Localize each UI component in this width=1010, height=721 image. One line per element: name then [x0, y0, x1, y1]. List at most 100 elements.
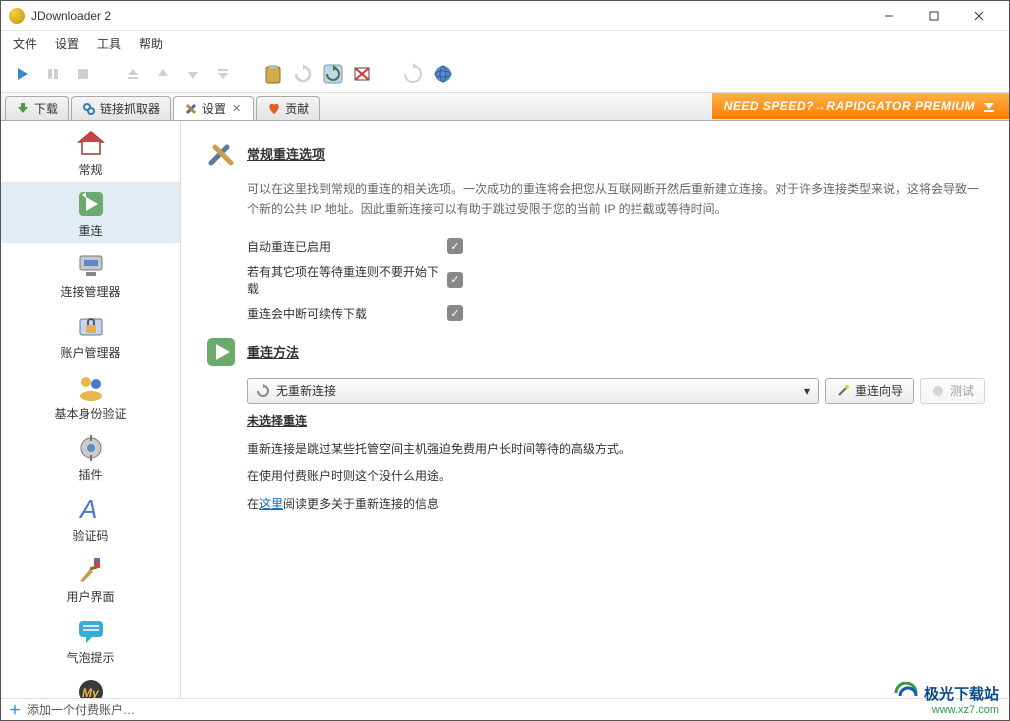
option-interrupt-resumable: 重连会中断可续传下载 ✓: [247, 305, 985, 322]
tab-close-icon[interactable]: ✕: [230, 102, 243, 115]
window-controls: [866, 2, 1001, 30]
move-top-button[interactable]: [119, 60, 147, 88]
globe-button[interactable]: [429, 60, 457, 88]
home-icon: [75, 127, 107, 159]
option-dont-start-downloads: 若有其它项在等待重连则不要开始下载 ✓: [247, 263, 985, 297]
svg-text:A: A: [78, 494, 97, 524]
tab-bar: 下载 链接抓取器 设置 ✕ 贡献 NEED SPEED?→RAPIDGATOR …: [1, 93, 1009, 121]
chevron-down-icon: ▾: [804, 384, 810, 398]
status-bar: ＋ 添加一个付费账户…: [1, 698, 1009, 720]
myjd-icon: My: [75, 676, 107, 698]
settings-sidebar: 常规 重连 连接管理器 账户管理器 基本身份验证 插件 A 验证码 用户界面: [1, 121, 181, 698]
menu-bar: 文件 设置 工具 帮助: [1, 31, 1009, 55]
sidebar-item-captcha[interactable]: A 验证码: [1, 487, 180, 548]
sidebar-item-label: 重连: [78, 222, 102, 239]
sidebar-item-bubble[interactable]: 气泡提示: [1, 609, 180, 670]
sidebar-item-label: 基本身份验证: [54, 405, 126, 422]
section-general-reconnect: 常规重连选项: [205, 137, 985, 169]
users-icon: [75, 371, 107, 403]
sidebar-item-label: 账户管理器: [60, 344, 120, 361]
info-paragraph: 在这里阅读更多关于重新连接的信息: [247, 494, 985, 516]
watermark-logo-icon: [894, 682, 920, 704]
checkbox-auto-reconnect[interactable]: ✓: [447, 238, 463, 254]
sidebar-item-general[interactable]: 常规: [1, 121, 180, 182]
menu-tools[interactable]: 工具: [89, 32, 129, 55]
reconnect-toggle-button[interactable]: [289, 60, 317, 88]
pause-button[interactable]: [39, 60, 67, 88]
more-info-link[interactable]: 这里: [259, 497, 283, 511]
button-label: 测试: [950, 382, 974, 399]
sidebar-item-plugins[interactable]: 插件: [1, 426, 180, 487]
clipboard-monitor-button[interactable]: [349, 60, 377, 88]
clipboard-button[interactable]: [259, 60, 287, 88]
connection-icon: [75, 249, 107, 281]
subsection-title: 未选择重连: [247, 412, 985, 429]
add-account-icon[interactable]: ＋: [9, 701, 21, 718]
reconnect-wizard-button[interactable]: 重连向导: [825, 378, 914, 404]
menu-file[interactable]: 文件: [5, 32, 45, 55]
section-desc: 可以在这里找到常规的重连的相关选项。一次成功的重连将会把您从互联网断开然后重新建…: [247, 179, 985, 220]
move-up-button[interactable]: [149, 60, 177, 88]
option-label: 若有其它项在等待重连则不要开始下载: [247, 263, 447, 297]
move-bottom-button[interactable]: [209, 60, 237, 88]
sidebar-item-basic-auth[interactable]: 基本身份验证: [1, 365, 180, 426]
settings-icon: [184, 102, 198, 116]
move-down-button[interactable]: [179, 60, 207, 88]
test-icon: [931, 384, 945, 398]
captcha-icon: A: [75, 493, 107, 525]
title-bar: JDownloader 2: [1, 1, 1009, 31]
sidebar-item-label: 常规: [78, 161, 102, 178]
close-button[interactable]: [956, 2, 1001, 30]
menu-help[interactable]: 帮助: [131, 32, 171, 55]
download-icon: [16, 102, 30, 116]
checkbox-dont-start[interactable]: ✓: [447, 272, 463, 288]
auto-reconnect-button[interactable]: [319, 60, 347, 88]
reconnect-method-dropdown[interactable]: 无重新连接 ▾: [247, 378, 819, 404]
heart-icon: [267, 102, 281, 116]
toolbar: [1, 55, 1009, 93]
maximize-button[interactable]: [911, 2, 956, 30]
lock-icon: [75, 310, 107, 342]
tab-label: 下载: [34, 100, 58, 117]
sidebar-item-connection-manager[interactable]: 连接管理器: [1, 243, 180, 304]
play-button[interactable]: [9, 60, 37, 88]
test-button[interactable]: 测试: [920, 378, 985, 404]
plugin-icon: [75, 432, 107, 464]
refresh-icon: [256, 384, 270, 398]
main-area: 常规 重连 连接管理器 账户管理器 基本身份验证 插件 A 验证码 用户界面: [1, 121, 1009, 698]
sidebar-item-account-manager[interactable]: 账户管理器: [1, 304, 180, 365]
sidebar-item-label: 气泡提示: [66, 649, 114, 666]
option-label: 重连会中断可续传下载: [247, 305, 447, 322]
stop-button[interactable]: [69, 60, 97, 88]
info-paragraph: 在使用付费账户时则这个没什么用途。: [247, 466, 985, 488]
tab-settings[interactable]: 设置 ✕: [173, 96, 254, 120]
sidebar-item-ui[interactable]: 用户界面: [1, 548, 180, 609]
button-label: 重连向导: [855, 382, 903, 399]
minimize-button[interactable]: [866, 2, 911, 30]
sidebar-item-myjdownloader[interactable]: My 我的 JDownloader: [1, 670, 180, 698]
premium-banner[interactable]: NEED SPEED?→RAPIDGATOR PREMIUM: [712, 93, 1009, 119]
section-reconnect-method: 重连方法: [205, 336, 985, 368]
tab-donate[interactable]: 贡献: [256, 96, 320, 120]
wrench-icon: [205, 137, 237, 169]
sidebar-item-label: 连接管理器: [60, 283, 120, 300]
update-button[interactable]: [399, 60, 427, 88]
option-label: 自动重连已启用: [247, 238, 447, 255]
wand-icon: [836, 384, 850, 398]
paint-icon: [75, 554, 107, 586]
sidebar-item-reconnect[interactable]: 重连: [1, 182, 180, 243]
grabber-icon: [82, 102, 96, 116]
watermark-name: 极光下载站: [924, 683, 999, 704]
add-account-link[interactable]: 添加一个付费账户…: [27, 701, 135, 718]
tab-linkgrabber[interactable]: 链接抓取器: [71, 96, 171, 120]
bubble-icon: [75, 615, 107, 647]
option-auto-reconnect: 自动重连已启用 ✓: [247, 238, 985, 255]
window-title: JDownloader 2: [31, 9, 866, 23]
tab-downloads[interactable]: 下载: [5, 96, 69, 120]
tab-label: 设置: [202, 100, 226, 117]
menu-settings[interactable]: 设置: [47, 32, 87, 55]
app-icon: [9, 8, 25, 24]
checkbox-interrupt[interactable]: ✓: [447, 305, 463, 321]
sidebar-item-label: 用户界面: [66, 588, 114, 605]
section-title: 重连方法: [247, 342, 299, 361]
